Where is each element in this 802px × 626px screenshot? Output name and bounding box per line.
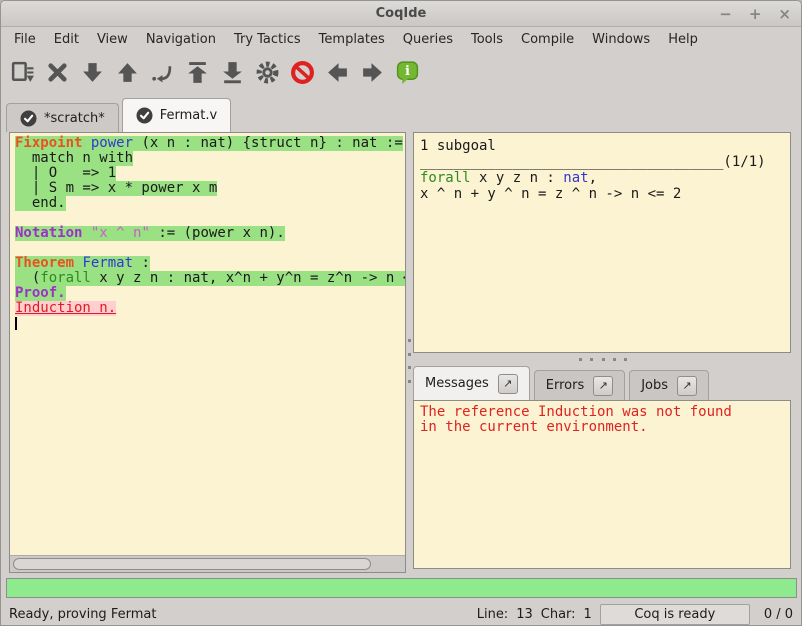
menu-bar: FileEditViewNavigationTry TacticsTemplat… bbox=[1, 27, 801, 51]
toolbar: i bbox=[1, 51, 801, 93]
menu-compile[interactable]: Compile bbox=[512, 29, 583, 50]
messages-view[interactable]: The reference Induction was not foundin … bbox=[414, 401, 790, 568]
about-icon[interactable]: i bbox=[395, 60, 420, 85]
tab-status-check-icon bbox=[20, 110, 37, 127]
code-line: (forall x y z n : nat, x^n + y^n = z^n -… bbox=[15, 271, 405, 286]
code-line bbox=[15, 211, 405, 226]
line-label: Line: bbox=[477, 607, 508, 622]
window-title: CoqIde bbox=[1, 1, 801, 27]
interrupt-icon[interactable] bbox=[290, 60, 315, 85]
tab-label: *scratch* bbox=[44, 111, 105, 126]
back-icon[interactable] bbox=[325, 60, 350, 85]
menu-try-tactics[interactable]: Try Tactics bbox=[225, 29, 310, 50]
horizontal-scrollbar[interactable] bbox=[10, 555, 405, 572]
code-line: Notation "x ^ n" := (power x n). bbox=[15, 226, 405, 241]
save-icon[interactable] bbox=[10, 60, 35, 85]
processing-progress-bar bbox=[6, 578, 797, 598]
detach-jobs-button[interactable]: ↗ bbox=[677, 376, 697, 396]
goal-line: x ^ n + y ^ n = z ^ n -> n <= 2 bbox=[420, 186, 790, 202]
code-line: Theorem Fermat : bbox=[15, 256, 405, 271]
go-top-icon[interactable] bbox=[185, 60, 210, 85]
goals-view[interactable]: 1 subgoal_______________________________… bbox=[414, 133, 790, 352]
code-line: match n with bbox=[15, 151, 405, 166]
code-line: Induction n. bbox=[15, 301, 405, 316]
goals-pane: 1 subgoal_______________________________… bbox=[413, 132, 791, 353]
goal-line: forall x y z n : nat, bbox=[420, 170, 790, 186]
menu-templates[interactable]: Templates bbox=[310, 29, 394, 50]
code-line bbox=[15, 316, 405, 331]
script-editor-pane: Fixpoint power (x n : nat) {struct n} : … bbox=[9, 132, 406, 573]
message-tab-bar: Messages ↗ Errors ↗ Jobs ↗ bbox=[413, 361, 791, 400]
title-bar[interactable]: CoqIde − + × bbox=[1, 1, 801, 27]
coq-status-indicator: Coq is ready bbox=[600, 604, 750, 625]
up-icon[interactable] bbox=[115, 60, 140, 85]
tab-scratch[interactable]: *scratch* bbox=[6, 103, 119, 132]
code-line: | S m => x * power x m bbox=[15, 181, 405, 196]
script-editor[interactable]: Fixpoint power (x n : nat) {struct n} : … bbox=[10, 133, 405, 555]
tab-messages[interactable]: Messages ↗ bbox=[413, 366, 530, 400]
tab-label: Fermat.v bbox=[160, 108, 217, 123]
settings-icon[interactable] bbox=[255, 60, 280, 85]
close-icon[interactable] bbox=[45, 60, 70, 85]
close-button[interactable]: × bbox=[778, 7, 791, 22]
menu-file[interactable]: File bbox=[5, 29, 45, 50]
goto-cursor-icon[interactable] bbox=[150, 60, 175, 85]
error-message-line: in the current environment. bbox=[420, 420, 790, 435]
tab-label: Jobs bbox=[641, 378, 668, 393]
tab-errors[interactable]: Errors ↗ bbox=[534, 370, 625, 400]
minimize-button[interactable]: − bbox=[719, 7, 732, 22]
goal-line: ____________________________________(1/1… bbox=[420, 154, 790, 170]
forward-icon[interactable] bbox=[360, 60, 385, 85]
code-line: Fixpoint power (x n : nat) {struct n} : … bbox=[15, 136, 405, 151]
text-cursor bbox=[15, 317, 17, 330]
char-label: Char: bbox=[541, 607, 576, 622]
status-text: Ready, proving Fermat bbox=[9, 607, 156, 622]
go-bottom-icon[interactable] bbox=[220, 60, 245, 85]
down-icon[interactable] bbox=[80, 60, 105, 85]
tab-jobs[interactable]: Jobs ↗ bbox=[629, 370, 709, 400]
menu-windows[interactable]: Windows bbox=[583, 29, 659, 50]
code-line: end. bbox=[15, 196, 405, 211]
menu-queries[interactable]: Queries bbox=[394, 29, 462, 50]
code-line: | O => 1 bbox=[15, 166, 405, 181]
menu-tools[interactable]: Tools bbox=[462, 29, 512, 50]
tab-status-check-icon bbox=[136, 107, 153, 124]
code-line bbox=[15, 241, 405, 256]
scrollbar-thumb[interactable] bbox=[13, 558, 371, 570]
detach-messages-button[interactable]: ↗ bbox=[498, 374, 518, 394]
goal-line: 1 subgoal bbox=[420, 138, 790, 154]
menu-view[interactable]: View bbox=[88, 29, 137, 50]
status-bar: Ready, proving Fermat Line: 13 Char: 1 C… bbox=[1, 601, 801, 626]
coqide-window: CoqIde − + × FileEditViewNavigationTry T… bbox=[0, 0, 802, 626]
detach-errors-button[interactable]: ↗ bbox=[593, 376, 613, 396]
code-line: Proof. bbox=[15, 286, 405, 301]
messages-pane: The reference Induction was not foundin … bbox=[413, 400, 791, 569]
maximize-button[interactable]: + bbox=[749, 7, 762, 22]
error-message-line: The reference Induction was not found bbox=[420, 405, 790, 420]
tab-label: Messages bbox=[425, 376, 489, 391]
line-value: 13 bbox=[516, 607, 533, 622]
tab-label: Errors bbox=[546, 378, 584, 393]
tab-fermat-v[interactable]: Fermat.v bbox=[122, 98, 231, 132]
document-tab-bar: *scratch* Fermat.v bbox=[1, 93, 801, 132]
menu-navigation[interactable]: Navigation bbox=[137, 29, 225, 50]
worker-counter: 0 / 0 bbox=[764, 607, 793, 622]
menu-edit[interactable]: Edit bbox=[45, 29, 88, 50]
vertical-splitter[interactable] bbox=[406, 337, 412, 385]
svg-text:i: i bbox=[405, 64, 410, 79]
menu-help[interactable]: Help bbox=[659, 29, 707, 50]
char-value: 1 bbox=[584, 607, 592, 622]
